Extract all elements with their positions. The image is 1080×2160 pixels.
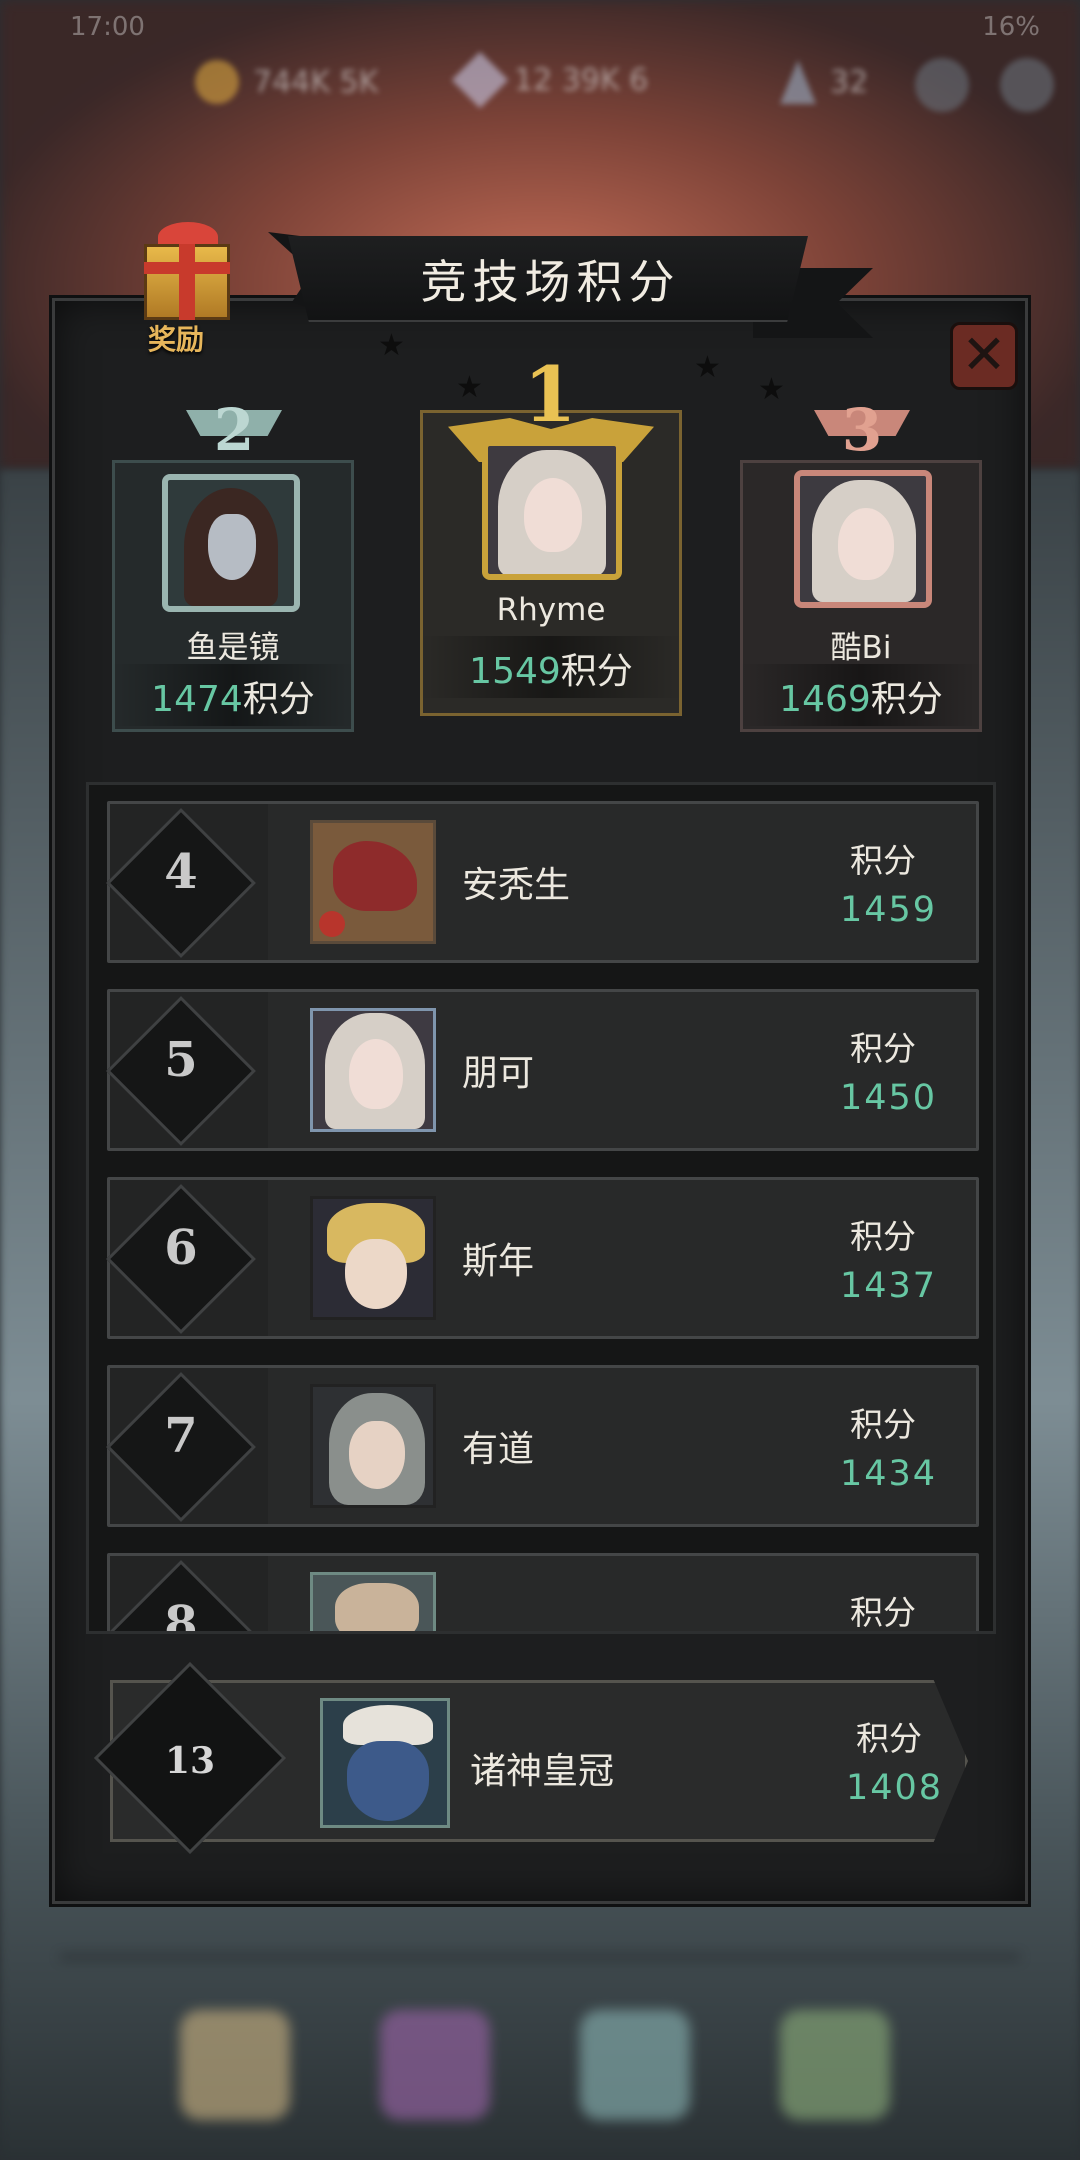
- podium-score-unit: 积分: [242, 679, 315, 720]
- rank-number: 6: [164, 1220, 198, 1276]
- gold-amount: 744K 5K: [253, 64, 379, 100]
- player-name: 安秃生: [462, 865, 571, 906]
- star-decoration-icon: ★: [456, 370, 483, 405]
- rank-number: 5: [164, 1032, 198, 1088]
- coin-icon: [195, 60, 239, 104]
- my-rank-number: 13: [164, 1740, 216, 1782]
- score-label: 积分: [850, 1405, 916, 1444]
- gift-ribbon: [179, 244, 195, 320]
- nav-arena-icon[interactable]: [180, 2010, 290, 2120]
- page-title: 竞技场积分: [420, 255, 681, 309]
- rank-number: 8: [164, 1596, 198, 1634]
- face-icon: [524, 478, 582, 552]
- star-decoration-icon: ★: [378, 328, 405, 363]
- dragon-avatar-icon: [310, 820, 436, 944]
- podium-avatar: [794, 470, 932, 608]
- star-decoration-icon: ★: [694, 350, 721, 385]
- podium-score-value: 1549: [469, 651, 561, 692]
- ranking-row[interactable]: 7 有道 积分 1434: [106, 1365, 979, 1527]
- face-icon: [347, 1741, 429, 1821]
- face-icon: [345, 1239, 407, 1309]
- podium-score: 1469积分: [740, 670, 982, 722]
- podium-score: 1474积分: [112, 670, 354, 722]
- player-name: 斯年: [462, 1241, 535, 1282]
- ranking-row[interactable]: 5 朋可 积分 1450: [106, 989, 979, 1151]
- player-name: 有道: [462, 1429, 535, 1470]
- rank-number: 7: [164, 1408, 198, 1464]
- face-icon: [838, 508, 894, 580]
- blue-genie-avatar-icon: [320, 1698, 450, 1828]
- quill-currency: 32: [780, 60, 868, 104]
- podium-score-value: 1469: [779, 679, 871, 720]
- berry: [319, 911, 345, 937]
- my-score-label: 积分: [856, 1719, 922, 1758]
- podium-rank-number: 3: [841, 396, 883, 464]
- ranking-row[interactable]: 6 斯年 积分 1437: [106, 1177, 979, 1339]
- nav-divider: [60, 1955, 1020, 1959]
- ranking-row[interactable]: 8 积分: [106, 1553, 979, 1634]
- bottom-nav: [0, 1950, 1080, 2160]
- score-label: 积分: [850, 841, 916, 880]
- my-name: 诸神皇冠: [470, 1751, 615, 1792]
- veil-icon: [335, 1583, 419, 1631]
- face-icon: [349, 1039, 403, 1109]
- nav-tower-icon[interactable]: [580, 2010, 690, 2120]
- score-label: 积分: [850, 1217, 916, 1256]
- silver-hair-avatar-icon: [310, 1384, 436, 1508]
- podium-score-value: 1474: [151, 679, 243, 720]
- score-label: 积分: [850, 1593, 916, 1632]
- reward-button[interactable]: 奖励: [118, 210, 258, 360]
- nav-shop-icon[interactable]: [780, 2010, 890, 2120]
- star-decoration-icon: ★: [758, 372, 785, 407]
- mail-icon[interactable]: [915, 58, 969, 112]
- quill-icon: [780, 60, 816, 104]
- podium-score-unit: 积分: [560, 651, 633, 692]
- turban-icon: [343, 1705, 433, 1745]
- ranking-list[interactable]: 4 安秃生 积分 1459 5 朋可 积分 1450 6 斯年 积分 1437: [86, 782, 996, 1634]
- settings-icon[interactable]: [1000, 58, 1054, 112]
- score-value: 1450: [840, 1078, 938, 1118]
- nav-guild-icon[interactable]: [380, 2010, 490, 2120]
- podium-avatar: [482, 440, 622, 580]
- reward-label: 奖励: [148, 323, 205, 356]
- status-battery: 16%: [982, 12, 1040, 42]
- score-label: 积分: [850, 1029, 916, 1068]
- ranking-row[interactable]: 4 安秃生 积分 1459: [106, 801, 979, 963]
- title-banner: 竞技场积分: [268, 232, 873, 342]
- rank-number: 4: [164, 844, 198, 900]
- face-icon: [349, 1421, 405, 1489]
- elf-girl-avatar-icon: [310, 1008, 436, 1132]
- blonde-hero-avatar-icon: [310, 1196, 436, 1320]
- gold-currency: 744K 5K: [195, 60, 378, 104]
- dragon-head: [333, 841, 417, 911]
- score-value: 1437: [840, 1266, 938, 1306]
- status-time: 17:00: [70, 12, 145, 42]
- gem-currency: 12 39K 6: [451, 51, 649, 109]
- podium-name: Rhyme: [496, 592, 606, 628]
- podium-name: 鱼是镜: [186, 630, 280, 666]
- close-button[interactable]: ✕: [950, 322, 1018, 390]
- mask-icon: [208, 514, 256, 580]
- score-value: 1434: [840, 1454, 938, 1494]
- podium-score-unit: 积分: [870, 679, 943, 720]
- player-name: 朋可: [462, 1053, 535, 1094]
- veiled-avatar-icon: [310, 1572, 436, 1631]
- podium-score: 1549积分: [420, 642, 682, 694]
- my-score-value: 1408: [846, 1768, 944, 1808]
- gift-ribbon: [144, 262, 230, 274]
- podium-rank-number: 1: [523, 350, 577, 439]
- podium-name: 酷Bi: [830, 630, 892, 666]
- quill-amount: 32: [830, 64, 869, 100]
- podium-rank-number: 2: [213, 396, 255, 464]
- podium-avatar: [162, 474, 300, 612]
- score-value: 1459: [840, 890, 938, 930]
- gem-icon: [451, 51, 509, 109]
- gem-amount: 12 39K 6: [514, 62, 649, 98]
- close-icon: ✕: [961, 323, 1007, 386]
- currency-bar: 744K 5K 12 39K 6 32: [0, 40, 1080, 130]
